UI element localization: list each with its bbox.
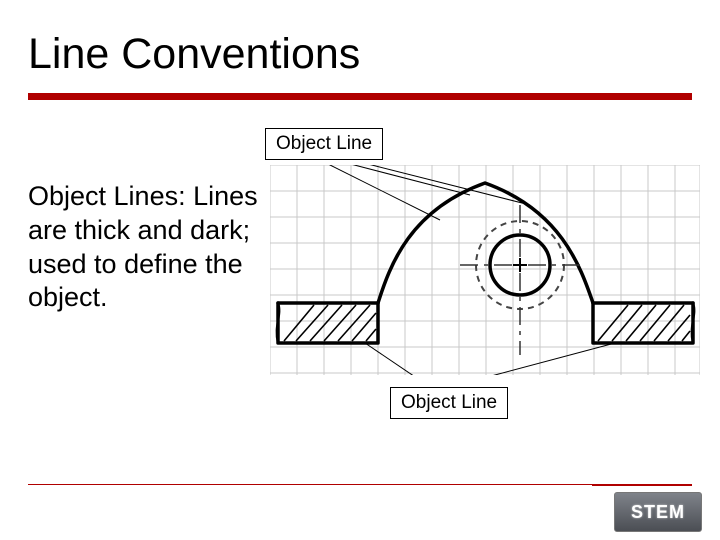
stem-logo: STEM xyxy=(614,492,702,532)
callout-label-bottom: Object Line xyxy=(390,387,508,419)
page-title: Line Conventions xyxy=(28,30,360,79)
title-underline xyxy=(28,93,692,100)
body-paragraph: Object Lines: Lines are thick and dark; … xyxy=(28,180,288,315)
callout-label-top: Object Line xyxy=(265,128,383,160)
technical-sketch xyxy=(270,165,700,375)
object-sketch xyxy=(270,165,700,375)
footer-rule xyxy=(28,484,692,485)
logo-text: STEM xyxy=(631,502,685,523)
